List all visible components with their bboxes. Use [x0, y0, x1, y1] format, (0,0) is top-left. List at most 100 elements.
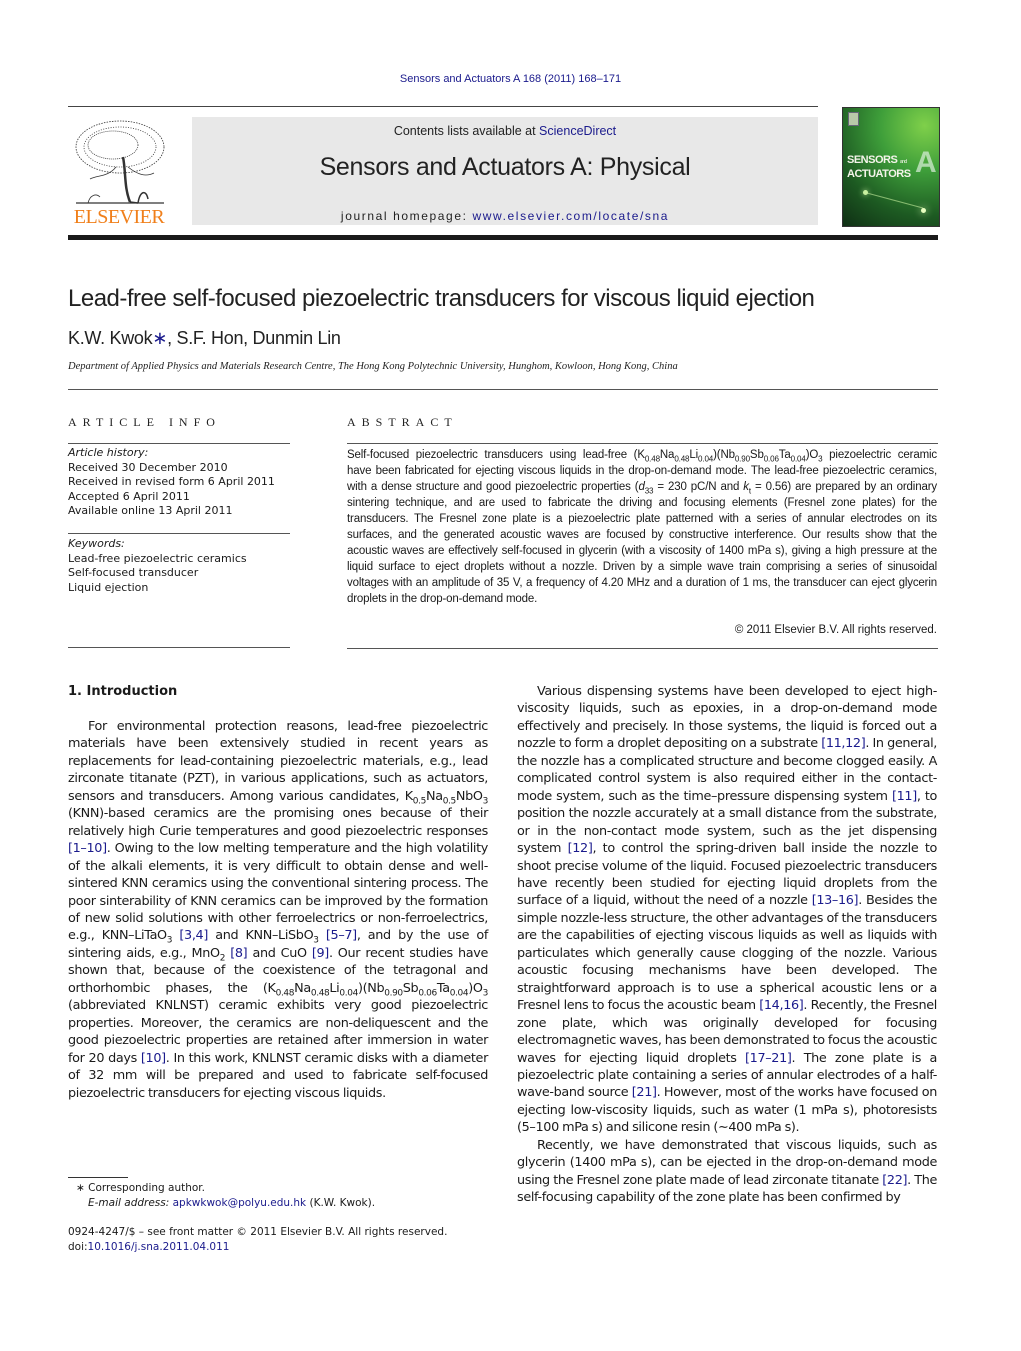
- keywords-divider: [68, 533, 290, 534]
- body-column-right: Various dispensing systems have been dev…: [517, 683, 937, 1207]
- homepage-prefix: journal homepage:: [340, 209, 473, 223]
- text: and CuO: [247, 945, 312, 961]
- email-suffix: (K.W. Kwok).: [306, 1197, 376, 1209]
- text: and KNN–LiSbO: [207, 928, 314, 944]
- cover-title: SENSORS and ACTUATORS: [847, 154, 911, 180]
- abstract-fragment: = 230 pC/N and: [653, 481, 744, 493]
- journal-homepage-link[interactable]: www.elsevier.com/locate/sna: [472, 209, 669, 223]
- citation-link[interactable]: [13–16]: [812, 893, 859, 908]
- doi-prefix: doi:: [68, 1241, 88, 1253]
- citation-link[interactable]: [5–7]: [326, 928, 357, 943]
- footnote-divider: [68, 1177, 128, 1178]
- keyword-item: Lead-free piezoelectric ceramics: [68, 551, 247, 565]
- contents-prefix: Contents lists available at: [393, 124, 540, 138]
- paragraph: For environmental protection reasons, le…: [68, 718, 488, 1102]
- paragraph: Various dispensing systems have been dev…: [517, 683, 937, 1137]
- subscript: 0.04: [339, 988, 358, 999]
- cover-title-and: and: [899, 159, 907, 165]
- abstract-fragment: Li: [689, 449, 699, 461]
- abstract-text: Self-focused piezoelectric transducers u…: [347, 447, 937, 607]
- article-info-bottom-divider: [68, 647, 290, 648]
- abstract-fragment: Self-focused piezoelectric transducers u…: [347, 449, 645, 461]
- abstract-bottom-divider: [347, 648, 938, 649]
- text: NbO: [455, 788, 483, 804]
- citation-link[interactable]: [12]: [568, 841, 593, 856]
- subscript: 2: [219, 953, 226, 964]
- body-column-left: For environmental protection reasons, le…: [68, 718, 488, 1102]
- subscript: 0.48: [310, 988, 330, 999]
- text: Li: [329, 980, 340, 996]
- citation-link[interactable]: [22]: [882, 1173, 907, 1188]
- subscript: 0.06: [418, 988, 437, 999]
- citation-link[interactable]: [11,12]: [821, 736, 866, 751]
- citation-link[interactable]: [10]: [141, 1051, 166, 1066]
- cover-title-line2: ACTUATORS: [847, 168, 911, 180]
- journal-banner: Contents lists available at ScienceDirec…: [192, 117, 818, 225]
- abstract-fragment: Na: [659, 449, 675, 461]
- subscript: 0.04: [698, 454, 714, 464]
- header-divider: [68, 106, 818, 107]
- article-title: Lead-free self-focused piezoelectric tra…: [68, 285, 815, 312]
- history-label: Article history:: [68, 446, 149, 459]
- journal-title: Sensors and Actuators A: Physical: [319, 153, 691, 181]
- email-line: E-mail address: apkwkwok@polyu.edu.hk (K…: [76, 1196, 375, 1211]
- issn-copyright: 0924-4247/$ – see front matter © 2011 El…: [68, 1226, 448, 1238]
- journal-homepage: journal homepage: www.elsevier.com/locat…: [192, 209, 818, 223]
- subscript: 0.90: [384, 988, 403, 999]
- article-history: Article history: Received 30 December 20…: [68, 446, 290, 519]
- citation-link[interactable]: [14,16]: [759, 998, 804, 1013]
- keywords-label: Keywords:: [68, 537, 125, 550]
- section-heading-introduction: 1. Introduction: [68, 684, 178, 699]
- sciencedirect-link[interactable]: ScienceDirect: [539, 124, 616, 138]
- text: )(Nb: [357, 980, 385, 996]
- text: Sb: [402, 980, 419, 996]
- corresponding-author-mark[interactable]: ∗: [152, 328, 167, 348]
- cover-light-streak: [864, 192, 924, 209]
- subscript: 0.5: [442, 796, 457, 807]
- cover-light-dot: [921, 208, 926, 213]
- subscript: 0.04: [449, 988, 469, 999]
- text: Na: [426, 788, 443, 804]
- text: Na: [294, 980, 311, 996]
- citation-link[interactable]: [17–21]: [745, 1051, 792, 1066]
- text: )O: [468, 980, 483, 996]
- author-list: K.W. Kwok∗, S.F. Hon, Dunmin Lin: [68, 328, 341, 349]
- abstract-fragment: Sb: [749, 449, 764, 461]
- doi-line: doi:10.1016/j.sna.2011.04.011: [68, 1240, 447, 1255]
- abstract-copyright: © 2011 Elsevier B.V. All rights reserved…: [734, 624, 937, 636]
- citation-link[interactable]: [1–10]: [68, 841, 107, 856]
- citation-link[interactable]: [11]: [892, 789, 917, 804]
- cover-section-letter: A: [915, 146, 937, 179]
- citation-link[interactable]: [8]: [230, 946, 247, 961]
- article-info-heading: ARTICLE INFO: [68, 415, 221, 429]
- subscript: 3: [482, 796, 489, 807]
- cover-publisher-icon: [848, 112, 859, 126]
- elsevier-wordmark[interactable]: ELSEVIER: [68, 206, 170, 229]
- text: For environmental protection reasons, le…: [68, 719, 488, 804]
- cover-light-dot: [863, 190, 868, 195]
- subscript: 3: [166, 935, 173, 946]
- text: (KNN)-based ceramics are the promising o…: [68, 806, 488, 839]
- history-online: Available online 13 April 2011: [68, 504, 233, 518]
- doi-link[interactable]: 10.1016/j.sna.2011.04.011: [88, 1241, 230, 1253]
- affiliation-divider: [68, 389, 938, 390]
- subscript: 0.48: [674, 454, 690, 464]
- abstract-divider: [347, 443, 938, 444]
- text: . Besides the simple nozzle-less structu…: [517, 893, 937, 1014]
- author-others[interactable]: , S.F. Hon, Dunmin Lin: [167, 328, 341, 348]
- subscript: 3: [313, 935, 319, 946]
- citation-link[interactable]: [3,4]: [179, 928, 208, 943]
- running-head[interactable]: Sensors and Actuators A 168 (2011) 168–1…: [0, 73, 1021, 85]
- text: Ta: [436, 980, 450, 996]
- journal-cover-thumbnail[interactable]: A SENSORS and ACTUATORS: [842, 107, 940, 227]
- subscript: 0.48: [644, 454, 660, 464]
- author-primary[interactable]: K.W. Kwok: [68, 328, 153, 348]
- citation-link[interactable]: [21]: [632, 1085, 657, 1100]
- abstract-fragment: )O: [805, 449, 819, 461]
- cover-title-line1: SENSORS: [847, 154, 898, 166]
- text: Recently, we have demonstrated that visc…: [517, 1137, 937, 1188]
- author-affiliation: Department of Applied Physics and Materi…: [68, 361, 678, 372]
- abstract-fragment: = 0.56) are prepared by an ordinary sint…: [347, 481, 937, 605]
- citation-link[interactable]: [9]: [312, 946, 329, 961]
- email-link[interactable]: apkwkwok@polyu.edu.hk: [173, 1197, 307, 1209]
